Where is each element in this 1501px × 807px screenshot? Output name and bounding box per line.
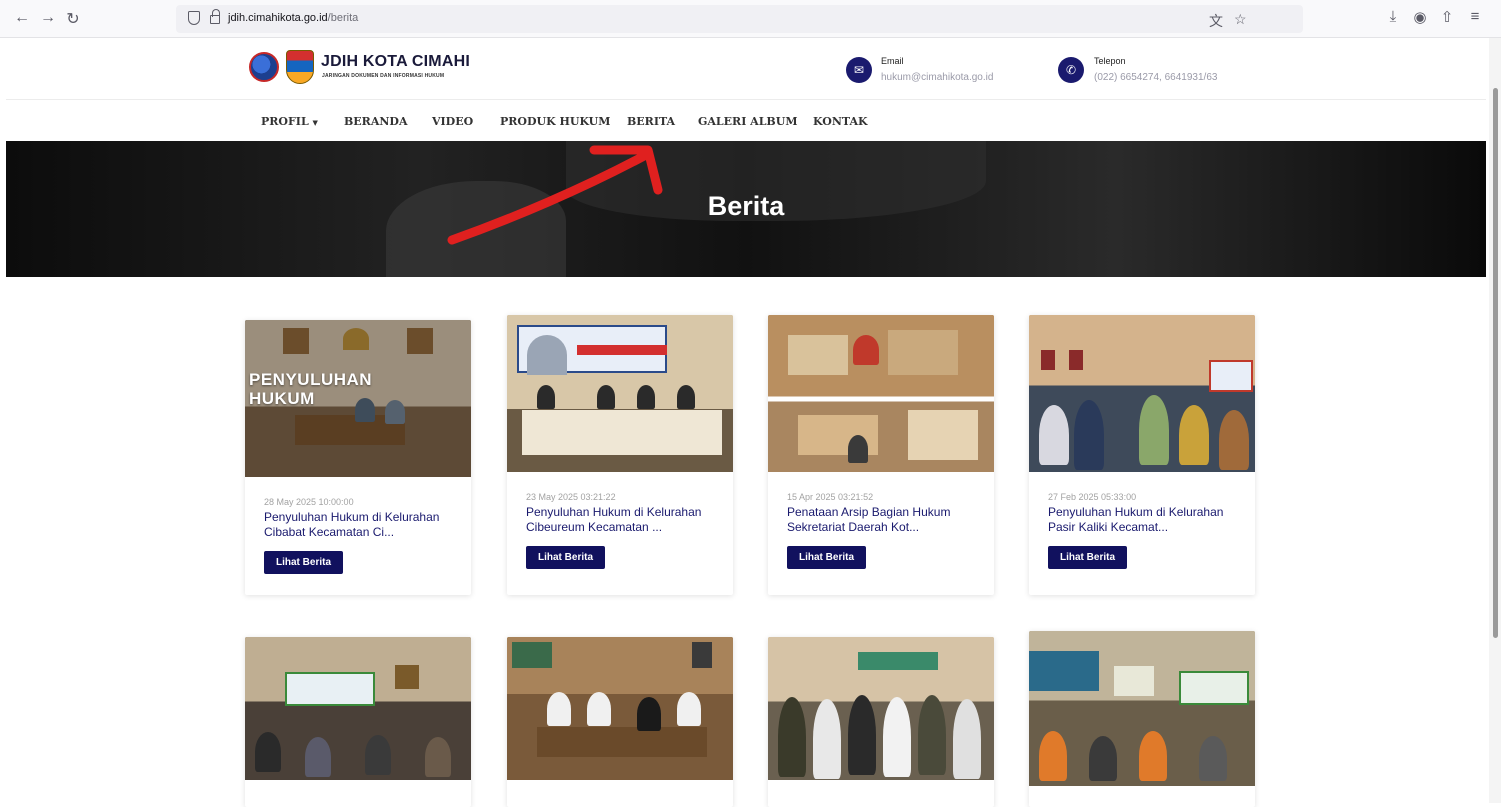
lihat-berita-button[interactable]: Lihat Berita: [1048, 546, 1128, 569]
news-card: PENYULUHAN HUKUM 28 May 2025 10:00:00 Pe…: [245, 320, 471, 595]
site-header: JDIH KOTA CIMAHI JARINGAN DOKUMEN DAN IN…: [6, 38, 1486, 100]
phone-icon: ✆: [1058, 57, 1084, 83]
card-image-overlay: PENYULUHAN HUKUM: [249, 370, 373, 408]
download-icon[interactable]: ⤓: [1383, 8, 1403, 25]
lock-icon[interactable]: [210, 9, 220, 24]
phone-label: Telepon: [1094, 56, 1126, 66]
forward-icon[interactable]: →: [38, 9, 58, 27]
nav-item-produk-hukum[interactable]: PRODUK HUKUM: [500, 115, 610, 128]
browser-toolbar: ← → ↻ jdih.cimahikota.go.id/berita 文 ☆ ⤓…: [0, 0, 1501, 38]
page-title: Berita: [707, 191, 785, 221]
card-date: 28 May 2025 10:00:00: [264, 497, 354, 507]
news-card: [1029, 631, 1255, 807]
url-path: /berita: [327, 12, 359, 24]
translate-icon[interactable]: 文: [1209, 11, 1223, 31]
scrollbar-thumb[interactable]: [1493, 88, 1498, 638]
news-card-image[interactable]: [768, 315, 994, 472]
news-card-image[interactable]: [768, 637, 994, 780]
city-crest-logo-icon[interactable]: [286, 50, 314, 84]
news-card: [507, 637, 733, 807]
email-value[interactable]: hukum@cimahikota.go.id: [881, 72, 993, 83]
card-title[interactable]: Penataan Arsip Bagian Hukum Sekretariat …: [787, 505, 975, 537]
card-date: 27 Feb 2025 05:33:00: [1048, 492, 1137, 502]
phone-value[interactable]: (022) 6654274, 6641931/63: [1094, 72, 1217, 83]
news-card-image[interactable]: [507, 637, 733, 780]
lihat-berita-button[interactable]: Lihat Berita: [787, 546, 867, 569]
back-icon[interactable]: ←: [12, 9, 32, 27]
nav-item-kontak[interactable]: KONTAK: [813, 115, 868, 128]
site-subtitle: JARINGAN DOKUMEN DAN INFORMASI HUKUM: [322, 73, 445, 79]
lihat-berita-button[interactable]: Lihat Berita: [526, 546, 606, 569]
email-label: Email: [881, 56, 904, 66]
lihat-berita-button[interactable]: Lihat Berita: [264, 551, 344, 574]
caret-down-icon: ▼: [312, 118, 318, 127]
extensions-icon[interactable]: ⇧: [1437, 8, 1457, 26]
shield-icon[interactable]: [188, 11, 200, 25]
card-title[interactable]: Penyuluhan Hukum di Kelurahan Cibabat Ke…: [264, 510, 452, 542]
nav-item-galeri-album[interactable]: GALERI ALBUM: [698, 115, 798, 128]
news-card: 15 Apr 2025 03:21:52 Penataan Arsip Bagi…: [768, 315, 994, 595]
url-host: jdih.cimahikota.go.id: [228, 12, 328, 24]
news-card-image[interactable]: PENYULUHAN HUKUM: [245, 320, 471, 477]
news-card: 23 May 2025 03:21:22 Penyuluhan Hukum di…: [507, 315, 733, 595]
news-card-image[interactable]: [507, 315, 733, 472]
nav-item-berita[interactable]: BERITA: [627, 115, 675, 128]
card-title[interactable]: Penyuluhan Hukum di Kelurahan Pasir Kali…: [1048, 505, 1236, 537]
news-card-image[interactable]: [245, 637, 471, 780]
reload-icon[interactable]: ↻: [63, 9, 83, 29]
site-title[interactable]: JDIH KOTA CIMAHI: [321, 53, 470, 71]
news-card: [768, 637, 994, 807]
nav-label: PROFIL: [261, 115, 309, 128]
url-text[interactable]: jdih.cimahikota.go.id/berita: [228, 12, 358, 24]
account-icon[interactable]: ◉: [1410, 8, 1430, 26]
main-nav: PROFIL ▼ BERANDA VIDEO PRODUK HUKUM BERI…: [6, 101, 1486, 141]
annotation-arrow-icon: [447, 145, 663, 245]
news-card: [245, 637, 471, 807]
card-title[interactable]: Penyuluhan Hukum di Kelurahan Cibeureum …: [526, 505, 714, 537]
address-bar[interactable]: jdih.cimahikota.go.id/berita 文 ☆: [176, 5, 1303, 33]
news-card-image[interactable]: [1029, 631, 1255, 786]
news-card: 27 Feb 2025 05:33:00 Penyuluhan Hukum di…: [1029, 315, 1255, 595]
page-scrollbar[interactable]: [1489, 38, 1501, 803]
news-card-image[interactable]: [1029, 315, 1255, 472]
nav-item-video[interactable]: VIDEO: [432, 115, 473, 128]
nav-item-beranda[interactable]: BERANDA: [344, 115, 408, 128]
card-date: 15 Apr 2025 03:21:52: [787, 492, 874, 502]
card-date: 23 May 2025 03:21:22: [526, 492, 616, 502]
email-icon: ✉: [846, 57, 872, 83]
menu-icon[interactable]: ≡: [1465, 8, 1485, 25]
page-hero: Berita: [6, 141, 1486, 277]
bookmark-star-icon[interactable]: ☆: [1234, 11, 1247, 28]
nav-item-profil[interactable]: PROFIL ▼: [261, 115, 318, 128]
globe-logo-icon[interactable]: [249, 52, 279, 82]
